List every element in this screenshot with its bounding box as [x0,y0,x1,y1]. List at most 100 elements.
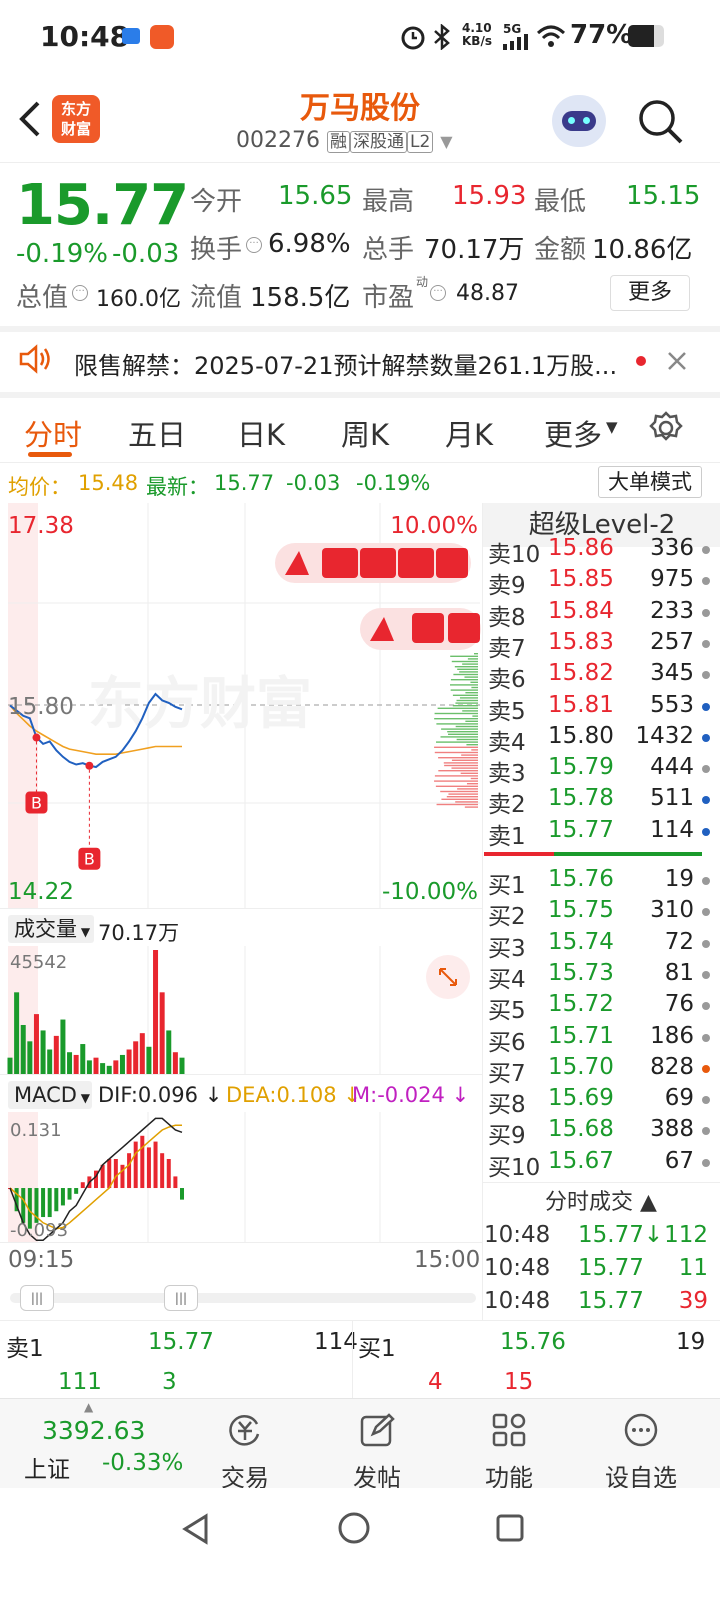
more-button[interactable]: 更多 [610,275,690,311]
depth-bar [461,754,478,756]
tab-more[interactable]: 更多 [544,412,602,454]
nav-post[interactable]: 发帖 [322,1410,432,1492]
search-icon[interactable] [636,97,686,147]
volume-bar [133,1041,139,1074]
tab-monthly-k[interactable]: 月K [445,412,493,454]
stock-code: 002276 [236,128,320,153]
order-status-dot [702,1064,710,1073]
ask-row[interactable]: 卖1 15.77 114 [488,816,712,850]
trade-row: 10:48 15.77 11 [484,1255,712,1286]
bid-price: 15.74 [548,928,614,955]
ask-row[interactable]: 卖10 15.86 336 [488,535,712,568]
bid-row[interactable]: 买4 15.73 81 [488,959,712,993]
trade-time: 10:48 [484,1222,551,1248]
nav-functions[interactable]: 功能 [454,1410,564,1492]
volume-max-label: 45542 [10,952,67,973]
info-icon[interactable]: ··· [72,285,88,301]
ask-price: 15.86 [548,535,614,561]
ask-row[interactable]: 卖5 15.81 553 [488,691,712,725]
trades-header[interactable]: 分时成交 ▲ [482,1182,720,1222]
depth-bar [436,741,478,743]
ask-row[interactable]: 卖2 15.78 511 [488,785,712,818]
signal-icon [503,34,528,50]
bid-price: 15.76 [548,866,614,892]
bid-volume: 81 [664,959,694,986]
ask-volume: 553 [650,691,694,718]
info-icon[interactable]: ··· [430,285,446,301]
bid-row[interactable]: 买5 15.72 76 [488,991,712,1024]
bid-queue-2: 15 [504,1369,534,1395]
macd-chart[interactable]: 0.131 -0.093 [0,1112,482,1242]
depth-bar [437,707,478,709]
info-icon[interactable]: ··· [246,237,262,253]
bid-row[interactable]: 买3 15.74 72 [488,928,712,962]
volume-bar [100,1063,106,1074]
back-triangle-icon[interactable] [180,1512,210,1546]
ask-level-label: 卖5 [488,698,526,725]
nav-trade[interactable]: 交易 [190,1410,300,1492]
indicator-select-macd[interactable]: MACD ▼ [8,1081,92,1109]
price-chart[interactable]: 东方财富 B B 17.38 15.80 14.22 10.00% -10.00% [0,503,482,908]
buy-marker-text: B [84,850,95,869]
close-icon[interactable] [666,350,688,372]
macd-bar [113,1159,118,1189]
stock-name: 万马股份 [300,91,420,126]
bid-row[interactable]: 买9 15.68 388 [488,1116,712,1149]
tab-daily-k[interactable]: 日K [237,412,285,454]
order-status-dot [702,1002,710,1011]
bid-row[interactable]: 买8 15.69 69 [488,1085,712,1118]
bid1-label: 买1 [358,1336,396,1362]
depth-bar [435,785,478,787]
ask-row[interactable]: 卖8 15.84 233 [488,598,712,631]
ask-row[interactable]: 卖6 15.82 345 [488,660,712,693]
depth-bar [450,679,478,681]
badge-l2: L2 [406,131,434,153]
nav-add-watchlist[interactable]: 设自选 [586,1410,696,1492]
trade-price: 15.77 [578,1255,644,1281]
index-ticker[interactable]: ▲ 3392.63 上证 -0.33% [0,1398,183,1488]
ask-row[interactable]: 卖3 15.79 444 [488,754,712,788]
notice-bar[interactable]: 限售解禁：2025-07-21预计解禁数量261.1万股... [0,332,720,392]
recents-square-icon[interactable] [494,1512,526,1544]
trade-volume: 39 [678,1288,708,1314]
tab-five-day[interactable]: 五日 [128,412,186,454]
tab-intraday[interactable]: 分时 [24,412,82,454]
assistant-robot-icon[interactable] [552,95,606,147]
trend-up-badge [360,608,481,650]
ask-price: 15.81 [548,691,614,718]
indicator-select-volume[interactable]: 成交量 ▼ [8,915,94,943]
bid-volume: 310 [650,897,694,924]
bid-row[interactable]: 买2 15.75 310 [488,897,712,930]
depth-bar [462,710,478,712]
depth-bar [451,759,478,761]
bid-row[interactable]: 买6 15.71 186 [488,1023,712,1056]
gear-icon[interactable] [648,410,684,446]
app-notification-icon [122,28,140,44]
dropdown-arrow-icon: ▼ [606,418,618,436]
range-handle-right[interactable]: ||| [164,1285,198,1311]
volume-bar [172,1052,178,1074]
bid-row[interactable]: 买1 15.76 19 [488,866,712,899]
macd-bar [127,1153,132,1189]
ask-row[interactable]: 卖4 15.80 1432 [488,723,712,756]
ask-level-label: 卖3 [488,761,526,788]
ask-volume: 114 [650,816,694,843]
big-order-mode-button[interactable]: 大单模式 [598,466,702,498]
macd-bar [173,1176,178,1189]
depth-bar [465,692,478,694]
depth-bar [448,733,478,735]
volume-chart[interactable]: 45542 [0,946,482,1074]
back-icon[interactable] [14,99,44,139]
ask-row[interactable]: 卖9 15.85 975 [488,566,712,599]
bid-row[interactable]: 买10 15.67 67 [488,1148,712,1181]
ask-level-label: 卖4 [488,729,526,756]
tab-weekly-k[interactable]: 周K [341,412,389,454]
home-circle-icon[interactable] [336,1510,372,1546]
bid-row[interactable]: 买7 15.70 828 [488,1054,712,1087]
bid-price: 15.73 [548,959,614,986]
range-handle-left[interactable]: ||| [20,1285,54,1311]
stock-code-row[interactable]: 002276 融深股通 L2 ▼ [236,127,453,153]
volume-label: 总手 [362,235,415,265]
trade-volume: 11 [678,1255,708,1281]
ask-row[interactable]: 卖7 15.83 257 [488,629,712,662]
